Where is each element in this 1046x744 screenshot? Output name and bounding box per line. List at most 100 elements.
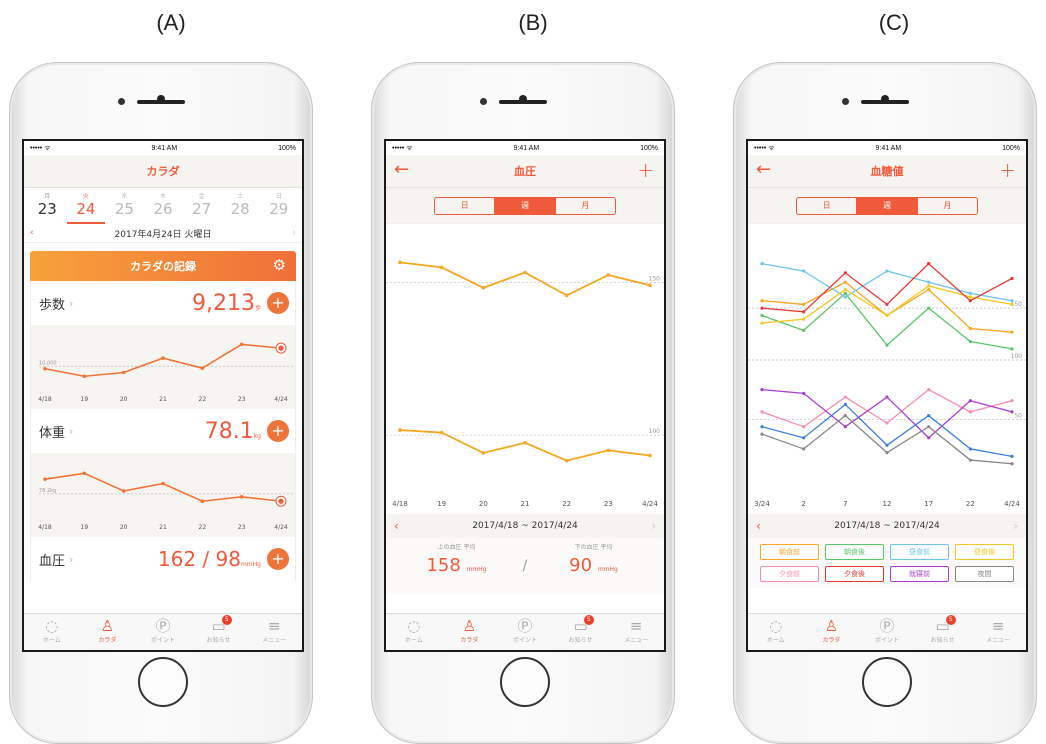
tab-home-ring[interactable]: ◌ ホーム bbox=[24, 614, 80, 650]
day-28[interactable]: 土 28 bbox=[221, 188, 260, 224]
segment-day[interactable]: 日 bbox=[435, 198, 496, 214]
data-point bbox=[481, 285, 486, 290]
chevron-right-icon: › bbox=[69, 424, 74, 438]
segment-month[interactable]: 月 bbox=[918, 198, 977, 214]
tab-home-ring[interactable]: ◌ ホーム bbox=[748, 614, 804, 650]
menu-icon: ≡ bbox=[629, 617, 643, 635]
filter-tag[interactable]: 夜間 bbox=[955, 566, 1014, 582]
person-icon: ♙ bbox=[100, 617, 115, 635]
tab-menu[interactable]: ≡ メニュー bbox=[608, 614, 664, 650]
tab-point[interactable]: Ⓟ ポイント bbox=[859, 614, 915, 650]
home-button[interactable] bbox=[138, 657, 188, 707]
tab-bar: ◌ ホーム ♙ カラダ Ⓟ ポイント ▭ お知らせ 5 ≡ メニュー bbox=[24, 613, 302, 650]
next-week-icon[interactable]: › bbox=[651, 519, 656, 533]
add-weight-button[interactable]: + bbox=[267, 420, 289, 442]
next-week-icon[interactable]: › bbox=[1013, 519, 1018, 533]
data-point bbox=[161, 356, 165, 360]
x-tick-label: 2 bbox=[801, 500, 805, 508]
period-segment-wrap: 日 週 月 bbox=[386, 188, 664, 224]
bp-unit: mmHg bbox=[240, 561, 261, 568]
weight-label: 体重 bbox=[39, 425, 66, 441]
weekday-label: 金 bbox=[198, 193, 205, 200]
add-steps-button[interactable]: + bbox=[267, 292, 289, 314]
speaker-grille bbox=[861, 100, 909, 104]
weight-unit: kg bbox=[253, 432, 261, 440]
data-point bbox=[648, 283, 652, 288]
filter-tag[interactable]: 朝食後 bbox=[825, 544, 884, 560]
data-point bbox=[523, 270, 527, 275]
tab-point[interactable]: Ⓟ ポイント bbox=[135, 614, 191, 650]
data-point bbox=[82, 374, 87, 379]
tab-person[interactable]: ♙ カラダ bbox=[804, 614, 860, 650]
segment-month[interactable]: 月 bbox=[556, 198, 615, 214]
data-point bbox=[760, 262, 764, 266]
tab-label: メニュー bbox=[262, 637, 287, 644]
weight-chart: 78.2kg 4/18 19 20 21 22 23 4/24 bbox=[38, 471, 295, 531]
tab-message[interactable]: ▭ お知らせ 5 bbox=[915, 614, 971, 650]
blood-pressure-chart: 150 100 4/18 19 20 21 22 23 4/24 bbox=[386, 260, 664, 508]
message-icon: ▭ bbox=[935, 617, 950, 635]
data-point bbox=[802, 436, 806, 440]
data-point bbox=[927, 425, 931, 429]
page-title: 血圧 bbox=[514, 165, 536, 178]
day-29[interactable]: 日 29 bbox=[259, 188, 298, 224]
day-23[interactable]: 月 23 bbox=[28, 188, 67, 224]
person-icon: ♙ bbox=[824, 617, 839, 635]
weight-row[interactable]: 体重 › 78.1kg + bbox=[31, 409, 295, 453]
day-26[interactable]: 木 26 bbox=[144, 188, 183, 224]
day-24[interactable]: 火 24 bbox=[66, 188, 106, 224]
tab-message[interactable]: ▭ お知らせ 5 bbox=[191, 614, 247, 650]
reference-label: 10,000 bbox=[39, 360, 57, 366]
day-27[interactable]: 金 27 bbox=[182, 188, 221, 224]
tab-home-ring[interactable]: ◌ ホーム bbox=[386, 614, 442, 650]
tab-person[interactable]: ♙ カラダ bbox=[80, 614, 136, 650]
day-25[interactable]: 水 25 bbox=[105, 188, 144, 224]
data-point bbox=[843, 287, 847, 292]
segment-week[interactable]: 週 bbox=[495, 198, 556, 214]
add-icon[interactable]: + bbox=[999, 158, 1016, 182]
tab-label: お知らせ bbox=[206, 637, 231, 644]
add-icon[interactable]: + bbox=[637, 158, 654, 182]
filter-tag[interactable]: 就寝前 bbox=[890, 566, 949, 582]
data-point bbox=[843, 295, 847, 299]
series-line bbox=[44, 472, 282, 503]
prev-week-icon[interactable]: ‹ bbox=[394, 519, 399, 533]
prev-day-icon[interactable]: ‹ bbox=[30, 228, 34, 238]
prev-week-icon[interactable]: ‹ bbox=[756, 519, 761, 533]
x-tick-label: 22 bbox=[966, 500, 975, 508]
tab-label: ポイント bbox=[512, 637, 537, 644]
filter-tag[interactable]: 昼食前 bbox=[890, 544, 949, 560]
add-bp-button[interactable]: + bbox=[267, 548, 289, 570]
tab-person[interactable]: ♙ カラダ bbox=[442, 614, 498, 650]
tab-message[interactable]: ▭ お知らせ 5 bbox=[553, 614, 609, 650]
chevron-right-icon: › bbox=[69, 296, 74, 310]
gear-icon[interactable]: ⚙ bbox=[273, 256, 286, 274]
next-day-icon[interactable]: › bbox=[292, 228, 296, 238]
filter-tag[interactable]: 夕食前 bbox=[760, 566, 819, 582]
clock: 9:41 AM bbox=[151, 144, 178, 152]
filter-tag[interactable]: 朝食前 bbox=[760, 544, 819, 560]
steps-chart: 10,000 4/18 19 20 21 22 23 4/24 bbox=[38, 342, 295, 403]
tab-menu[interactable]: ≡ メニュー bbox=[246, 614, 302, 650]
segment-week[interactable]: 週 bbox=[857, 198, 918, 214]
back-arrow-icon[interactable]: ← bbox=[394, 159, 409, 180]
tab-point[interactable]: Ⓟ ポイント bbox=[497, 614, 553, 650]
bp-row[interactable]: 血圧 › 162 / 98mmHg + bbox=[31, 537, 295, 581]
x-tick-label: 23 bbox=[238, 524, 246, 531]
filter-tag[interactable]: 昼食後 bbox=[955, 544, 1014, 560]
home-button[interactable] bbox=[500, 657, 550, 707]
filter-tag[interactable]: 夕食後 bbox=[825, 566, 884, 582]
tab-menu[interactable]: ≡ メニュー bbox=[970, 614, 1026, 650]
weight-value: 78.1 bbox=[204, 418, 254, 444]
lower-average: 下の血圧 平均 90 mmHg bbox=[533, 542, 654, 590]
back-arrow-icon[interactable]: ← bbox=[756, 159, 771, 180]
data-point bbox=[968, 399, 972, 403]
data-point bbox=[885, 343, 889, 347]
home-button[interactable] bbox=[862, 657, 912, 707]
steps-row[interactable]: 歩数 › 9,213歩 + bbox=[31, 281, 295, 325]
segment-day[interactable]: 日 bbox=[797, 198, 858, 214]
x-tick-label: 23 bbox=[604, 500, 613, 508]
x-tick-label: 4/24 bbox=[274, 396, 288, 403]
weekday-label: 木 bbox=[160, 193, 167, 200]
menu-icon: ≡ bbox=[267, 617, 281, 635]
